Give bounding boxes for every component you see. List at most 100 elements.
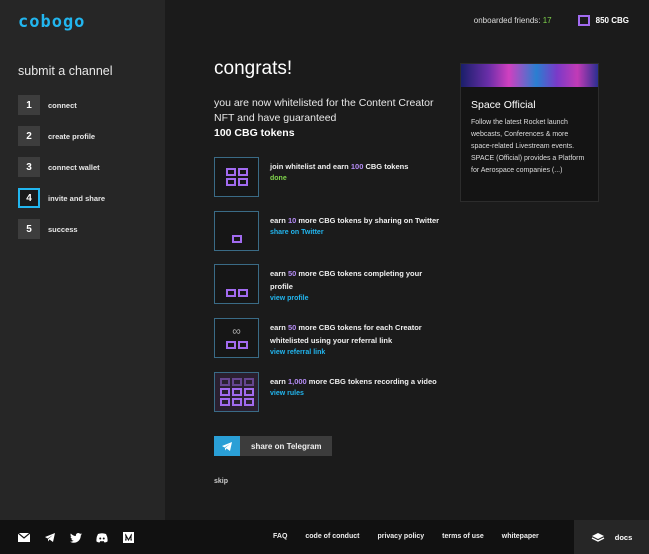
token-square-icon [225,168,236,176]
task-icon-box [214,157,259,197]
channel-card[interactable]: Space Official Follow the latest Rocket … [460,63,599,202]
token-square-icon [219,378,230,386]
task-desc: join whitelist and earn [270,162,351,171]
task-text: earn 50 more CBG tokens completing your … [270,267,445,305]
book-icon [591,533,605,542]
token-square-icon [243,398,254,406]
task-text: earn 1,000 more CBG tokens recording a v… [270,375,445,400]
telegram-icon[interactable] [44,532,56,543]
token-square-icon [231,388,242,396]
footer-links: FAQ code of conduct privacy policy terms… [273,533,557,540]
task-referral: ∞ earn 50 more CBG tokens for each Creat… [214,318,454,358]
task-text: earn 50 more CBG tokens for each Creator… [270,321,445,359]
email-icon[interactable] [18,532,30,543]
task-complete-profile: earn 50 more CBG tokens completing your … [214,264,454,304]
token-square-icon [237,178,248,186]
step-create-profile[interactable]: 2 create profile [18,126,95,146]
step-success[interactable]: 5 success [18,219,78,239]
task-amount: 100 [350,162,364,171]
friends-count: 17 [542,16,552,25]
step-label: success [48,224,78,234]
task-join-whitelist: join whitelist and earn 100 CBG tokens d… [214,157,454,197]
step-connect-wallet[interactable]: 3 connect wallet [18,157,100,177]
footer-link-terms-of-use[interactable]: terms of use [442,533,484,540]
top-bar: onboarded friends: 17 850 CBG [474,15,629,26]
docs-button[interactable]: docs [574,520,649,554]
token-square-icon [231,235,242,243]
friends-counter: onboarded friends: 17 [474,16,552,25]
footer-link-privacy-policy[interactable]: privacy policy [377,533,424,540]
step-number: 4 [18,188,40,208]
task-desc: earn [270,323,288,332]
view-rules-link[interactable]: view rules [270,388,445,400]
token-square-icon [243,388,254,396]
token-square-icon [231,378,242,386]
step-connect[interactable]: 1 connect [18,95,77,115]
discord-icon[interactable] [96,532,108,543]
task-desc: earn [270,216,288,225]
step-label: invite and share [48,193,106,203]
step-invite-and-share[interactable]: 4 invite and share [18,188,105,208]
task-icon-box [214,211,259,251]
task-desc-end: more CBG tokens recording a video [306,377,437,386]
token-icon [577,15,590,26]
task-status-done: done [270,175,287,182]
main-content: congrats! you are now whitelisted for th… [214,58,454,141]
token-square-icon [231,398,242,406]
token-square-icon [225,178,236,186]
skip-link[interactable]: skip [214,478,228,485]
logo[interactable]: cobogo [18,12,85,32]
social-links [18,532,148,543]
token-square-icon [237,341,248,349]
task-text: join whitelist and earn 100 CBG tokens d… [270,160,445,185]
intro-text: you are now whitelisted for the Content … [214,96,454,141]
page-title: congrats! [214,58,293,79]
token-square-icon [219,388,230,396]
task-amount: 1,000 [287,377,307,386]
step-label: create profile [48,131,96,141]
share-telegram-button[interactable]: share on Telegram [214,436,332,456]
twitter-icon[interactable] [70,532,82,543]
footer: FAQ code of conduct privacy policy terms… [0,520,649,554]
task-desc: earn [270,377,288,386]
view-referral-link[interactable]: view referral link [270,347,445,359]
token-balance: 850 CBG [595,16,629,25]
step-label: connect wallet [48,162,100,172]
share-twitter-link[interactable]: share on Twitter [270,227,445,239]
step-number: 5 [18,219,40,239]
token-square-icon [219,398,230,406]
token-square-icon [225,289,236,297]
task-record-video: earn 1,000 more CBG tokens recording a v… [214,372,454,412]
task-desc-end: more CBG tokens by sharing on Twitter [296,216,440,225]
medium-icon[interactable] [122,532,134,543]
task-icon-box: ∞ [214,318,259,358]
view-profile-link[interactable]: view profile [270,293,445,305]
footer-link-faq[interactable]: FAQ [273,533,287,540]
task-text: earn 10 more CBG tokens by sharing on Tw… [270,214,445,239]
task-desc-end: CBG tokens [363,162,409,171]
telegram-icon [214,436,240,456]
intro-message: you are now whitelisted for the Content … [214,97,434,124]
token-square-icon [237,168,248,176]
footer-link-code-of-conduct[interactable]: code of conduct [305,533,359,540]
token-square-icon [225,341,236,349]
task-icon-box [214,372,259,412]
step-number: 1 [18,95,40,115]
task-icon-box [214,264,259,304]
channel-banner-image [461,64,598,87]
step-number: 3 [18,157,40,177]
footer-link-whitepaper[interactable]: whitepaper [502,533,539,540]
docs-label: docs [614,532,633,542]
task-share-twitter: earn 10 more CBG tokens by sharing on Tw… [214,211,454,251]
sidebar: cobogo submit a channel 1 connect 2 crea… [0,0,165,520]
token-square-icon [237,289,248,297]
task-desc: earn [270,269,288,278]
step-number: 2 [18,126,40,146]
token-square-icon [243,378,254,386]
guaranteed-tokens: 100 CBG tokens [214,127,295,139]
infinity-icon: ∞ [232,324,241,338]
telegram-button-label: share on Telegram [251,441,322,451]
friends-label: onboarded friends: [473,16,541,25]
channel-name: Space Official [471,99,536,111]
sidebar-title: submit a channel [18,64,113,78]
